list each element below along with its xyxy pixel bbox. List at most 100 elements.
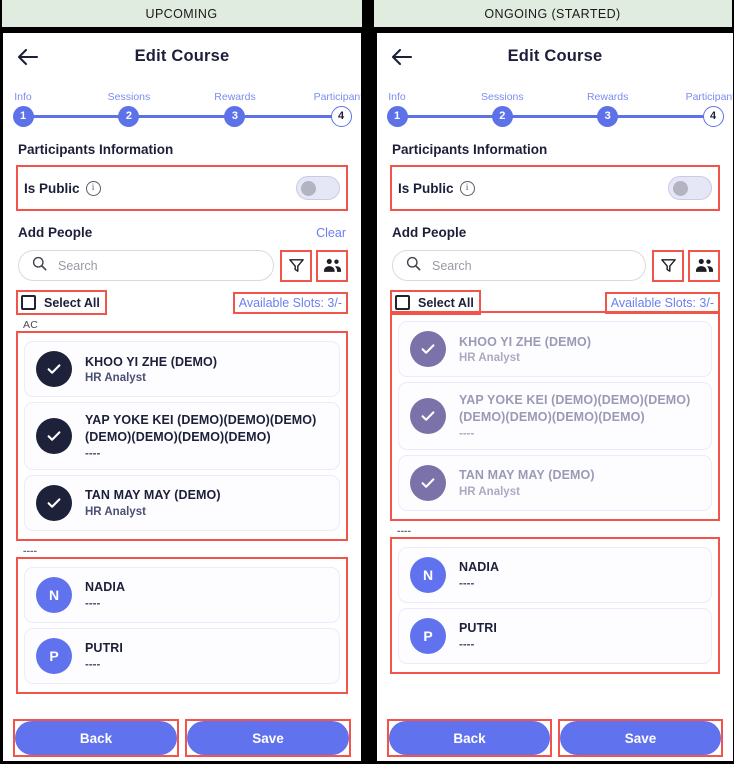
available-slots[interactable]: Available Slots: 3/- bbox=[232, 291, 349, 314]
person-text: NADIA ---- bbox=[85, 579, 125, 610]
search-input[interactable] bbox=[430, 257, 632, 274]
add-people-row: Add People bbox=[392, 225, 718, 240]
stepper-step-participants[interactable]: Participants 4 bbox=[681, 91, 733, 127]
person-list-group: N NADIA ---- P PUTRI ---- bbox=[16, 556, 348, 694]
avatar: N bbox=[36, 576, 72, 613]
person-list-item[interactable]: P PUTRI ---- bbox=[24, 627, 340, 684]
stepper-step-rewards[interactable]: Rewards 3 bbox=[203, 91, 267, 127]
person-list-item: TAN MAY MAY (DEMO) HR Analyst bbox=[398, 454, 712, 511]
available-slots[interactable]: Available Slots: 3/- bbox=[604, 291, 721, 314]
toggle-knob bbox=[301, 181, 316, 196]
stepper-step-participants[interactable]: Participants 4 bbox=[309, 91, 361, 127]
add-people-title: Add People bbox=[392, 225, 467, 240]
search-box[interactable] bbox=[18, 250, 274, 281]
select-all-control[interactable]: Select All bbox=[390, 290, 481, 315]
person-name: PUTRI bbox=[459, 621, 497, 636]
content-area: Participants Information Is Public i Add Pe… bbox=[3, 142, 361, 694]
person-list-group: KHOO YI ZHE (DEMO) HR Analyst YAP YOKE KEI… bbox=[390, 311, 720, 521]
stepper-step-label: Participants bbox=[685, 91, 733, 103]
select-all-row: Select All Available Slots: 3/- bbox=[16, 290, 349, 315]
is-public-label: Is Public bbox=[24, 180, 80, 196]
clear-link[interactable]: Clear bbox=[316, 226, 346, 240]
check-icon bbox=[410, 397, 446, 434]
save-button[interactable]: Save bbox=[187, 721, 349, 755]
stepper-connector bbox=[23, 115, 129, 118]
back-button[interactable]: Back bbox=[15, 721, 177, 755]
person-role: ---- bbox=[459, 639, 475, 652]
avatar: N bbox=[410, 556, 446, 593]
person-name: YAP YOKE KEI (DEMO)(DEMO)(DEMO)(DEMO)(DE… bbox=[85, 413, 317, 444]
person-role: HR Analyst bbox=[459, 486, 520, 499]
check-icon bbox=[410, 331, 446, 367]
person-text: KHOO YI ZHE (DEMO) HR Analyst bbox=[459, 334, 591, 365]
stepper-step-sessions[interactable]: Sessions 2 bbox=[470, 91, 534, 127]
person-list-item[interactable]: YAP YOKE KEI (DEMO)(DEMO)(DEMO)(DEMO)(DE… bbox=[24, 402, 340, 470]
page-title: Edit Course bbox=[134, 46, 230, 65]
stepper-step-sessions[interactable]: Sessions 2 bbox=[97, 91, 161, 127]
person-role: ---- bbox=[85, 598, 101, 611]
screen-ongoing: ONGOING (STARTED) Edit Course Info 1 Session… bbox=[367, 0, 734, 764]
stepper-step-number: 2 bbox=[118, 106, 140, 127]
person-name: PUTRI bbox=[85, 641, 123, 656]
search-icon bbox=[406, 256, 421, 276]
search-box[interactable] bbox=[392, 250, 646, 281]
people-group-icon[interactable] bbox=[316, 249, 348, 282]
person-list-item: YAP YOKE KEI (DEMO)(DEMO)(DEMO)(DEMO)(DE… bbox=[398, 382, 712, 450]
person-list-item[interactable]: P PUTRI ---- bbox=[398, 607, 712, 664]
participants-information-title: Participants Information bbox=[18, 142, 174, 157]
stepper-step-number: 1 bbox=[12, 106, 34, 127]
person-name: NADIA bbox=[459, 560, 500, 575]
person-list-group: N NADIA ---- P PUTRI ---- bbox=[390, 536, 720, 674]
stepper-step-number: 1 bbox=[386, 106, 408, 127]
person-list-item[interactable]: N NADIA ---- bbox=[398, 546, 712, 603]
search-input[interactable] bbox=[56, 257, 260, 274]
person-role: HR Analyst bbox=[459, 352, 520, 365]
participants-information-title: Participants Information bbox=[392, 142, 548, 157]
person-list-item[interactable]: KHOO YI ZHE (DEMO) HR Analyst bbox=[24, 341, 340, 397]
add-people-title: Add People bbox=[18, 225, 93, 240]
bottom-action-bar: Back Save bbox=[377, 719, 733, 757]
select-all-control[interactable]: Select All bbox=[16, 290, 107, 315]
stepper-step-info[interactable]: Info 1 bbox=[377, 91, 429, 127]
person-text: YAP YOKE KEI (DEMO)(DEMO)(DEMO)(DEMO)(DE… bbox=[85, 412, 328, 460]
phone-viewport: Edit Course Info 1 Sessions 2 Rewards 3 Partici… bbox=[3, 33, 361, 761]
stepper-step-rewards[interactable]: Rewards 3 bbox=[576, 91, 640, 127]
person-role: HR Analyst bbox=[85, 372, 146, 385]
comparison-screens: UPCOMING Edit Course Info 1 Sessions 2 Rewards… bbox=[0, 0, 734, 764]
group-header: ---- bbox=[23, 544, 37, 557]
person-name: KHOO YI ZHE (DEMO) bbox=[459, 334, 592, 349]
person-role: ---- bbox=[459, 427, 475, 440]
person-list-item[interactable]: TAN MAY MAY (DEMO) HR Analyst bbox=[24, 474, 340, 531]
person-text: KHOO YI ZHE (DEMO) HR Analyst bbox=[85, 354, 217, 385]
stepper-step-label: Participants bbox=[313, 91, 361, 103]
stepper-step-info[interactable]: Info 1 bbox=[3, 91, 55, 127]
search-row bbox=[18, 249, 348, 282]
screen-upcoming: UPCOMING Edit Course Info 1 Sessions 2 Rewards… bbox=[0, 0, 367, 764]
arrow-left-icon[interactable] bbox=[16, 45, 40, 69]
is-public-row[interactable]: Is Public i bbox=[16, 165, 348, 211]
phone-viewport: Edit Course Info 1 Sessions 2 Rewards 3 Partici… bbox=[377, 33, 733, 761]
people-group-icon[interactable] bbox=[688, 249, 720, 282]
is-public-label: Is Public bbox=[398, 180, 454, 196]
stepper-step-number: 4 bbox=[330, 106, 352, 127]
is-public-toggle[interactable] bbox=[668, 176, 712, 200]
info-icon[interactable]: i bbox=[459, 180, 475, 196]
stepper-step-label: Rewards bbox=[586, 91, 629, 103]
select-all-checkbox[interactable] bbox=[21, 295, 36, 310]
person-name: KHOO YI ZHE (DEMO) bbox=[85, 354, 218, 369]
progress-stepper: Info 1 Sessions 2 Rewards 3 Participants 4 bbox=[386, 81, 733, 127]
save-button[interactable]: Save bbox=[560, 721, 721, 755]
search-row bbox=[392, 249, 720, 282]
filter-icon[interactable] bbox=[280, 249, 312, 282]
stepper-step-number: 4 bbox=[702, 106, 724, 127]
person-list-item[interactable]: N NADIA ---- bbox=[24, 566, 340, 623]
is-public-toggle[interactable] bbox=[296, 176, 340, 200]
back-button-wrap: Back bbox=[387, 719, 552, 757]
is-public-row[interactable]: Is Public i bbox=[390, 165, 720, 211]
select-all-checkbox[interactable] bbox=[395, 295, 410, 310]
arrow-left-icon[interactable] bbox=[390, 45, 414, 69]
filter-icon[interactable] bbox=[652, 249, 684, 282]
info-icon[interactable]: i bbox=[85, 180, 101, 196]
back-button[interactable]: Back bbox=[389, 721, 550, 755]
toggle-knob bbox=[673, 181, 688, 196]
